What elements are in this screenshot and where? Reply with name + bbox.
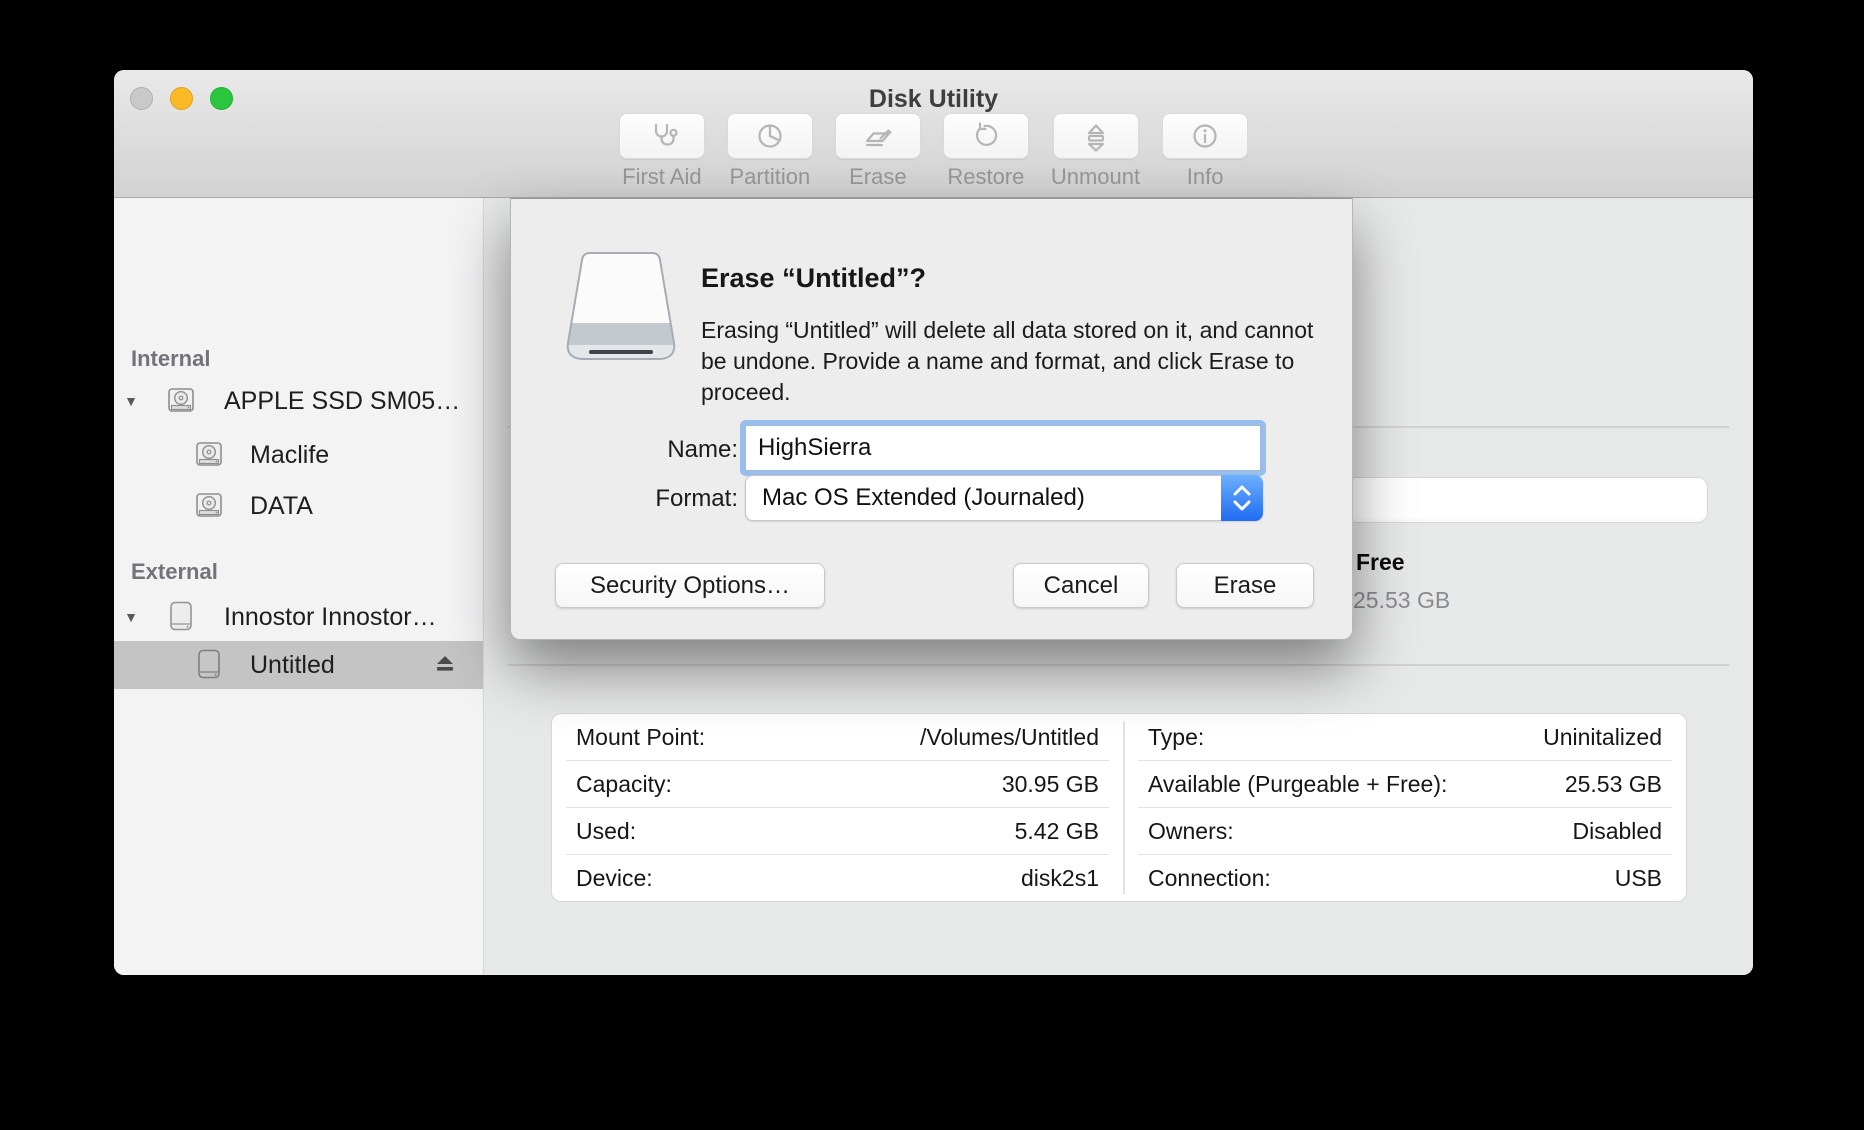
disk-utility-window: Disk Utility First Aid	[114, 70, 1753, 975]
first-aid-icon	[646, 120, 678, 152]
restore-icon	[970, 120, 1002, 152]
sidebar: Internal ▼ APPLE SSD SM05… Maclife DATA …	[114, 198, 484, 975]
toolbar-partition[interactable]: Partition	[727, 113, 813, 190]
sidebar-item-untitled[interactable]: Untitled	[114, 641, 483, 689]
toolbar-info[interactable]: Info	[1162, 113, 1248, 190]
toolbar-label: Partition	[730, 164, 811, 190]
toolbar-erase[interactable]: Erase	[835, 113, 921, 190]
internal-disk-icon	[192, 437, 226, 476]
sidebar-item-label: Untitled	[250, 651, 335, 680]
name-label: Name:	[511, 436, 738, 464]
toolbar-label: Erase	[849, 164, 906, 190]
name-input[interactable]	[745, 425, 1261, 471]
window-chrome: Disk Utility First Aid	[114, 70, 1753, 198]
format-label: Format:	[511, 485, 738, 513]
erase-button[interactable]: Erase	[1176, 563, 1314, 608]
info-row-capacity: Capacity: 30.95 GB	[566, 761, 1109, 808]
external-volume-icon	[192, 647, 226, 686]
disclosure-triangle-icon[interactable]: ▼	[120, 609, 142, 625]
sidebar-item-label: Innostor Innostor…	[224, 603, 437, 632]
internal-disk-icon	[164, 383, 198, 422]
toolbar-first-aid[interactable]: First Aid	[619, 113, 705, 190]
desktop: Disk Utility First Aid	[0, 0, 1864, 1130]
dialog-title: Erase “Untitled”?	[701, 263, 926, 294]
erase-dialog: Erase “Untitled”? Erasing “Untitled” wil…	[510, 198, 1353, 640]
toolbar-label: First Aid	[622, 164, 701, 190]
external-drive-icon	[559, 245, 683, 365]
info-row-type: Type: Uninitalized	[1138, 714, 1672, 761]
format-selected-value: Mac OS Extended (Journaled)	[762, 484, 1085, 512]
sidebar-item-innostor[interactable]: ▼ Innostor Innostor…	[114, 593, 483, 641]
unmount-icon	[1080, 120, 1112, 152]
info-column-right: Type: Uninitalized Available (Purgeable …	[1124, 714, 1686, 901]
toolbar-label: Unmount	[1051, 164, 1140, 190]
format-select[interactable]: Mac OS Extended (Journaled)	[745, 475, 1263, 521]
toolbar: First Aid Partition	[114, 113, 1753, 190]
info-table: Mount Point: /Volumes/Untitled Capacity:…	[551, 713, 1687, 902]
security-options-button[interactable]: Security Options…	[555, 563, 825, 608]
toolbar-restore[interactable]: Restore	[943, 113, 1029, 190]
info-row-used: Used: 5.42 GB	[566, 808, 1109, 855]
sidebar-item-label: DATA	[250, 492, 313, 521]
dialog-message: Erasing “Untitled” will delete all data …	[701, 315, 1335, 408]
sidebar-section-external: External	[131, 559, 218, 585]
info-row-device: Device: disk2s1	[566, 855, 1109, 902]
sidebar-item-maclife[interactable]: Maclife	[114, 431, 483, 479]
legend-free-value: 25.53 GB	[1353, 587, 1450, 614]
partition-icon	[754, 120, 786, 152]
eject-icon[interactable]	[435, 655, 455, 678]
disclosure-triangle-icon[interactable]: ▼	[120, 393, 142, 409]
cancel-button[interactable]: Cancel	[1013, 563, 1149, 608]
sidebar-item-data[interactable]: DATA	[114, 482, 483, 530]
legend-free-label: Free	[1356, 549, 1405, 576]
sidebar-item-label: Maclife	[250, 441, 329, 470]
toolbar-label: Restore	[947, 164, 1024, 190]
info-icon	[1189, 120, 1221, 152]
toolbar-unmount[interactable]: Unmount	[1051, 113, 1140, 190]
internal-disk-icon	[192, 488, 226, 527]
divider	[508, 664, 1729, 666]
sidebar-item-apple-ssd[interactable]: ▼ APPLE SSD SM05…	[114, 377, 483, 425]
info-row-mount-point: Mount Point: /Volumes/Untitled	[566, 714, 1109, 761]
sidebar-item-label: APPLE SSD SM05…	[224, 387, 460, 416]
info-row-owners: Owners: Disabled	[1138, 808, 1672, 855]
info-column-left: Mount Point: /Volumes/Untitled Capacity:…	[552, 714, 1123, 901]
chevron-up-down-icon	[1221, 475, 1263, 521]
external-disk-icon	[164, 599, 198, 638]
info-row-available: Available (Purgeable + Free): 25.53 GB	[1138, 761, 1672, 808]
window-title: Disk Utility	[114, 85, 1753, 114]
sidebar-section-internal: Internal	[131, 346, 210, 372]
toolbar-label: Info	[1187, 164, 1224, 190]
erase-icon	[862, 120, 894, 152]
info-row-connection: Connection: USB	[1138, 855, 1672, 902]
